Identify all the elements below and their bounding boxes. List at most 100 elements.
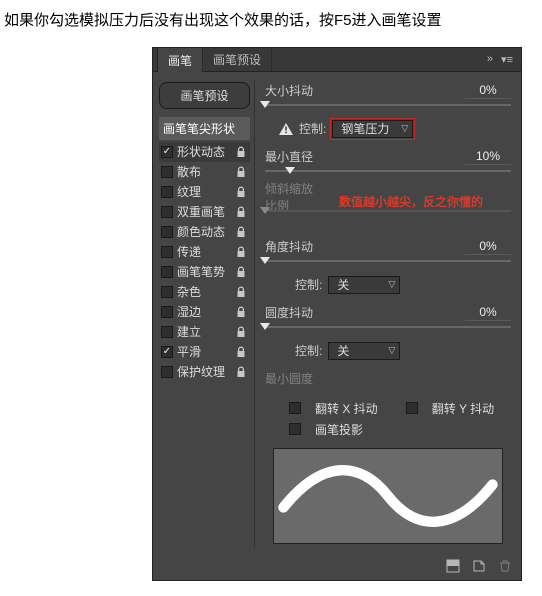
- trash-icon[interactable]: [497, 558, 513, 574]
- flip-x-label: 翻转 X 抖动: [315, 400, 378, 417]
- page-caption: 如果你勾选模拟压力后没有出现这个效果的话，按F5进入画笔设置: [0, 0, 542, 47]
- min-diameter-value[interactable]: 10%: [465, 149, 511, 165]
- opt-build-up[interactable]: 建立: [159, 322, 250, 342]
- flip-y-checkbox[interactable]: [406, 402, 418, 414]
- control-row-3: 控制: 关 ▽: [265, 342, 511, 360]
- chevron-down-icon: ▽: [388, 345, 395, 356]
- opt-label: 湿边: [177, 303, 230, 320]
- lock-icon[interactable]: [234, 325, 248, 339]
- select-value: 关: [337, 276, 349, 293]
- opt-protect-texture[interactable]: 保护纹理: [159, 362, 250, 382]
- select-value: 关: [337, 342, 349, 359]
- opt-dual-brush[interactable]: 双重画笔: [159, 202, 250, 222]
- opt-label: 纹理: [177, 183, 230, 200]
- size-jitter-value[interactable]: 0%: [465, 83, 511, 99]
- checkbox-icon[interactable]: [161, 166, 173, 178]
- chevron-down-icon: ▽: [388, 279, 395, 290]
- toggle-preview-icon[interactable]: [445, 558, 461, 574]
- tab-brush-preset[interactable]: 画笔预设: [203, 47, 272, 71]
- brush-projection-checkbox[interactable]: [289, 423, 301, 435]
- lock-icon[interactable]: [234, 205, 248, 219]
- angle-jitter-slider[interactable]: [265, 258, 511, 268]
- checkbox-icon[interactable]: [161, 246, 173, 258]
- min-roundness-row: 最小圆度: [265, 368, 511, 390]
- checkbox-icon[interactable]: [161, 186, 173, 198]
- control-label: 控制:: [295, 342, 322, 359]
- min-diameter-label: 最小直径: [265, 148, 321, 165]
- min-roundness-label: 最小圆度: [265, 370, 321, 387]
- opt-smoothing[interactable]: 平滑: [159, 342, 250, 362]
- flip-y-label: 翻转 Y 抖动: [432, 400, 494, 417]
- control-select-pen-pressure[interactable]: 钢笔压力 ▽: [332, 120, 413, 138]
- opt-brush-pose[interactable]: 画笔笔势: [159, 262, 250, 282]
- opt-noise[interactable]: 杂色: [159, 282, 250, 302]
- angle-jitter-value[interactable]: 0%: [465, 239, 511, 255]
- tilt-scale-slider: [265, 208, 511, 218]
- checkbox-icon[interactable]: [161, 206, 173, 218]
- min-diameter-row: 最小直径 10%: [265, 146, 511, 168]
- checkbox-icon[interactable]: [161, 306, 173, 318]
- control-select-angle[interactable]: 关 ▽: [328, 276, 400, 294]
- chevron-down-icon: ▽: [401, 123, 408, 134]
- opt-label: 散布: [177, 163, 230, 180]
- size-jitter-slider[interactable]: [265, 102, 511, 112]
- checkbox-icon[interactable]: [161, 146, 173, 158]
- checkbox-icon[interactable]: [161, 286, 173, 298]
- opt-label: 颜色动态: [177, 223, 230, 240]
- control-select-roundness[interactable]: 关 ▽: [328, 342, 400, 360]
- brush-options-list: 画笔预设 画笔笔尖形状 形状动态 散布 纹理 双重画笔: [153, 80, 255, 548]
- opt-label: 保护纹理: [177, 363, 230, 380]
- opt-label: 建立: [177, 323, 230, 340]
- opt-color-dynamics[interactable]: 颜色动态: [159, 222, 250, 242]
- lock-icon[interactable]: [234, 305, 248, 319]
- lock-icon[interactable]: [234, 185, 248, 199]
- opt-label: 画笔笔势: [177, 263, 230, 280]
- angle-jitter-label: 角度抖动: [265, 238, 321, 255]
- checkbox-icon[interactable]: [161, 266, 173, 278]
- roundness-jitter-slider[interactable]: [265, 324, 511, 334]
- min-diameter-slider[interactable]: [265, 168, 511, 178]
- select-value: 钢笔压力: [341, 120, 389, 137]
- lock-icon[interactable]: [234, 165, 248, 179]
- opt-label: 杂色: [177, 283, 230, 300]
- warning-icon: [279, 123, 293, 135]
- angle-jitter-row: 角度抖动 0%: [265, 236, 511, 258]
- brush-tip-shape-header[interactable]: 画笔笔尖形状: [159, 117, 250, 140]
- tab-brush[interactable]: 画笔: [157, 47, 203, 72]
- panel-footer: [153, 554, 521, 580]
- control-row-1: 控制: 钢笔压力 ▽: [265, 120, 511, 138]
- brush-projection-row: 画笔投影: [265, 421, 511, 442]
- new-preset-icon[interactable]: [471, 558, 487, 574]
- checkbox-icon[interactable]: [161, 326, 173, 338]
- opt-texture[interactable]: 纹理: [159, 182, 250, 202]
- opt-label: 双重画笔: [177, 203, 230, 220]
- roundness-jitter-row: 圆度抖动 0%: [265, 302, 511, 324]
- flip-row: 翻转 X 抖动 翻转 Y 抖动: [265, 396, 511, 421]
- control-row-2: 控制: 关 ▽: [265, 276, 511, 294]
- lock-icon[interactable]: [234, 225, 248, 239]
- lock-icon[interactable]: [234, 345, 248, 359]
- opt-wet-edges[interactable]: 湿边: [159, 302, 250, 322]
- control-label: 控制:: [299, 120, 326, 137]
- checkbox-icon[interactable]: [161, 346, 173, 358]
- checkbox-icon[interactable]: [161, 366, 173, 378]
- opt-label: 传递: [177, 243, 230, 260]
- panel-titlebar: 画笔 画笔预设 » ▾≡: [153, 48, 521, 72]
- opt-shape-dynamics[interactable]: 形状动态: [159, 142, 250, 162]
- checkbox-icon[interactable]: [161, 226, 173, 238]
- lock-icon[interactable]: [234, 265, 248, 279]
- lock-icon[interactable]: [234, 285, 248, 299]
- brush-preview: [273, 448, 503, 544]
- lock-icon[interactable]: [234, 245, 248, 259]
- brush-preset-button[interactable]: 画笔预设: [159, 82, 250, 109]
- panel-menu-icon[interactable]: ▾≡: [497, 53, 517, 66]
- roundness-jitter-value[interactable]: 0%: [465, 305, 511, 321]
- size-jitter-label: 大小抖动: [265, 82, 321, 99]
- flip-x-checkbox[interactable]: [289, 402, 301, 414]
- opt-transfer[interactable]: 传递: [159, 242, 250, 262]
- opt-scatter[interactable]: 散布: [159, 162, 250, 182]
- collapse-icon[interactable]: »: [483, 53, 497, 65]
- lock-icon[interactable]: [234, 145, 248, 159]
- lock-icon[interactable]: [234, 365, 248, 379]
- shape-dynamics-settings: 大小抖动 0% 控制: 钢笔压力 ▽ 最小直径 10%: [255, 80, 521, 548]
